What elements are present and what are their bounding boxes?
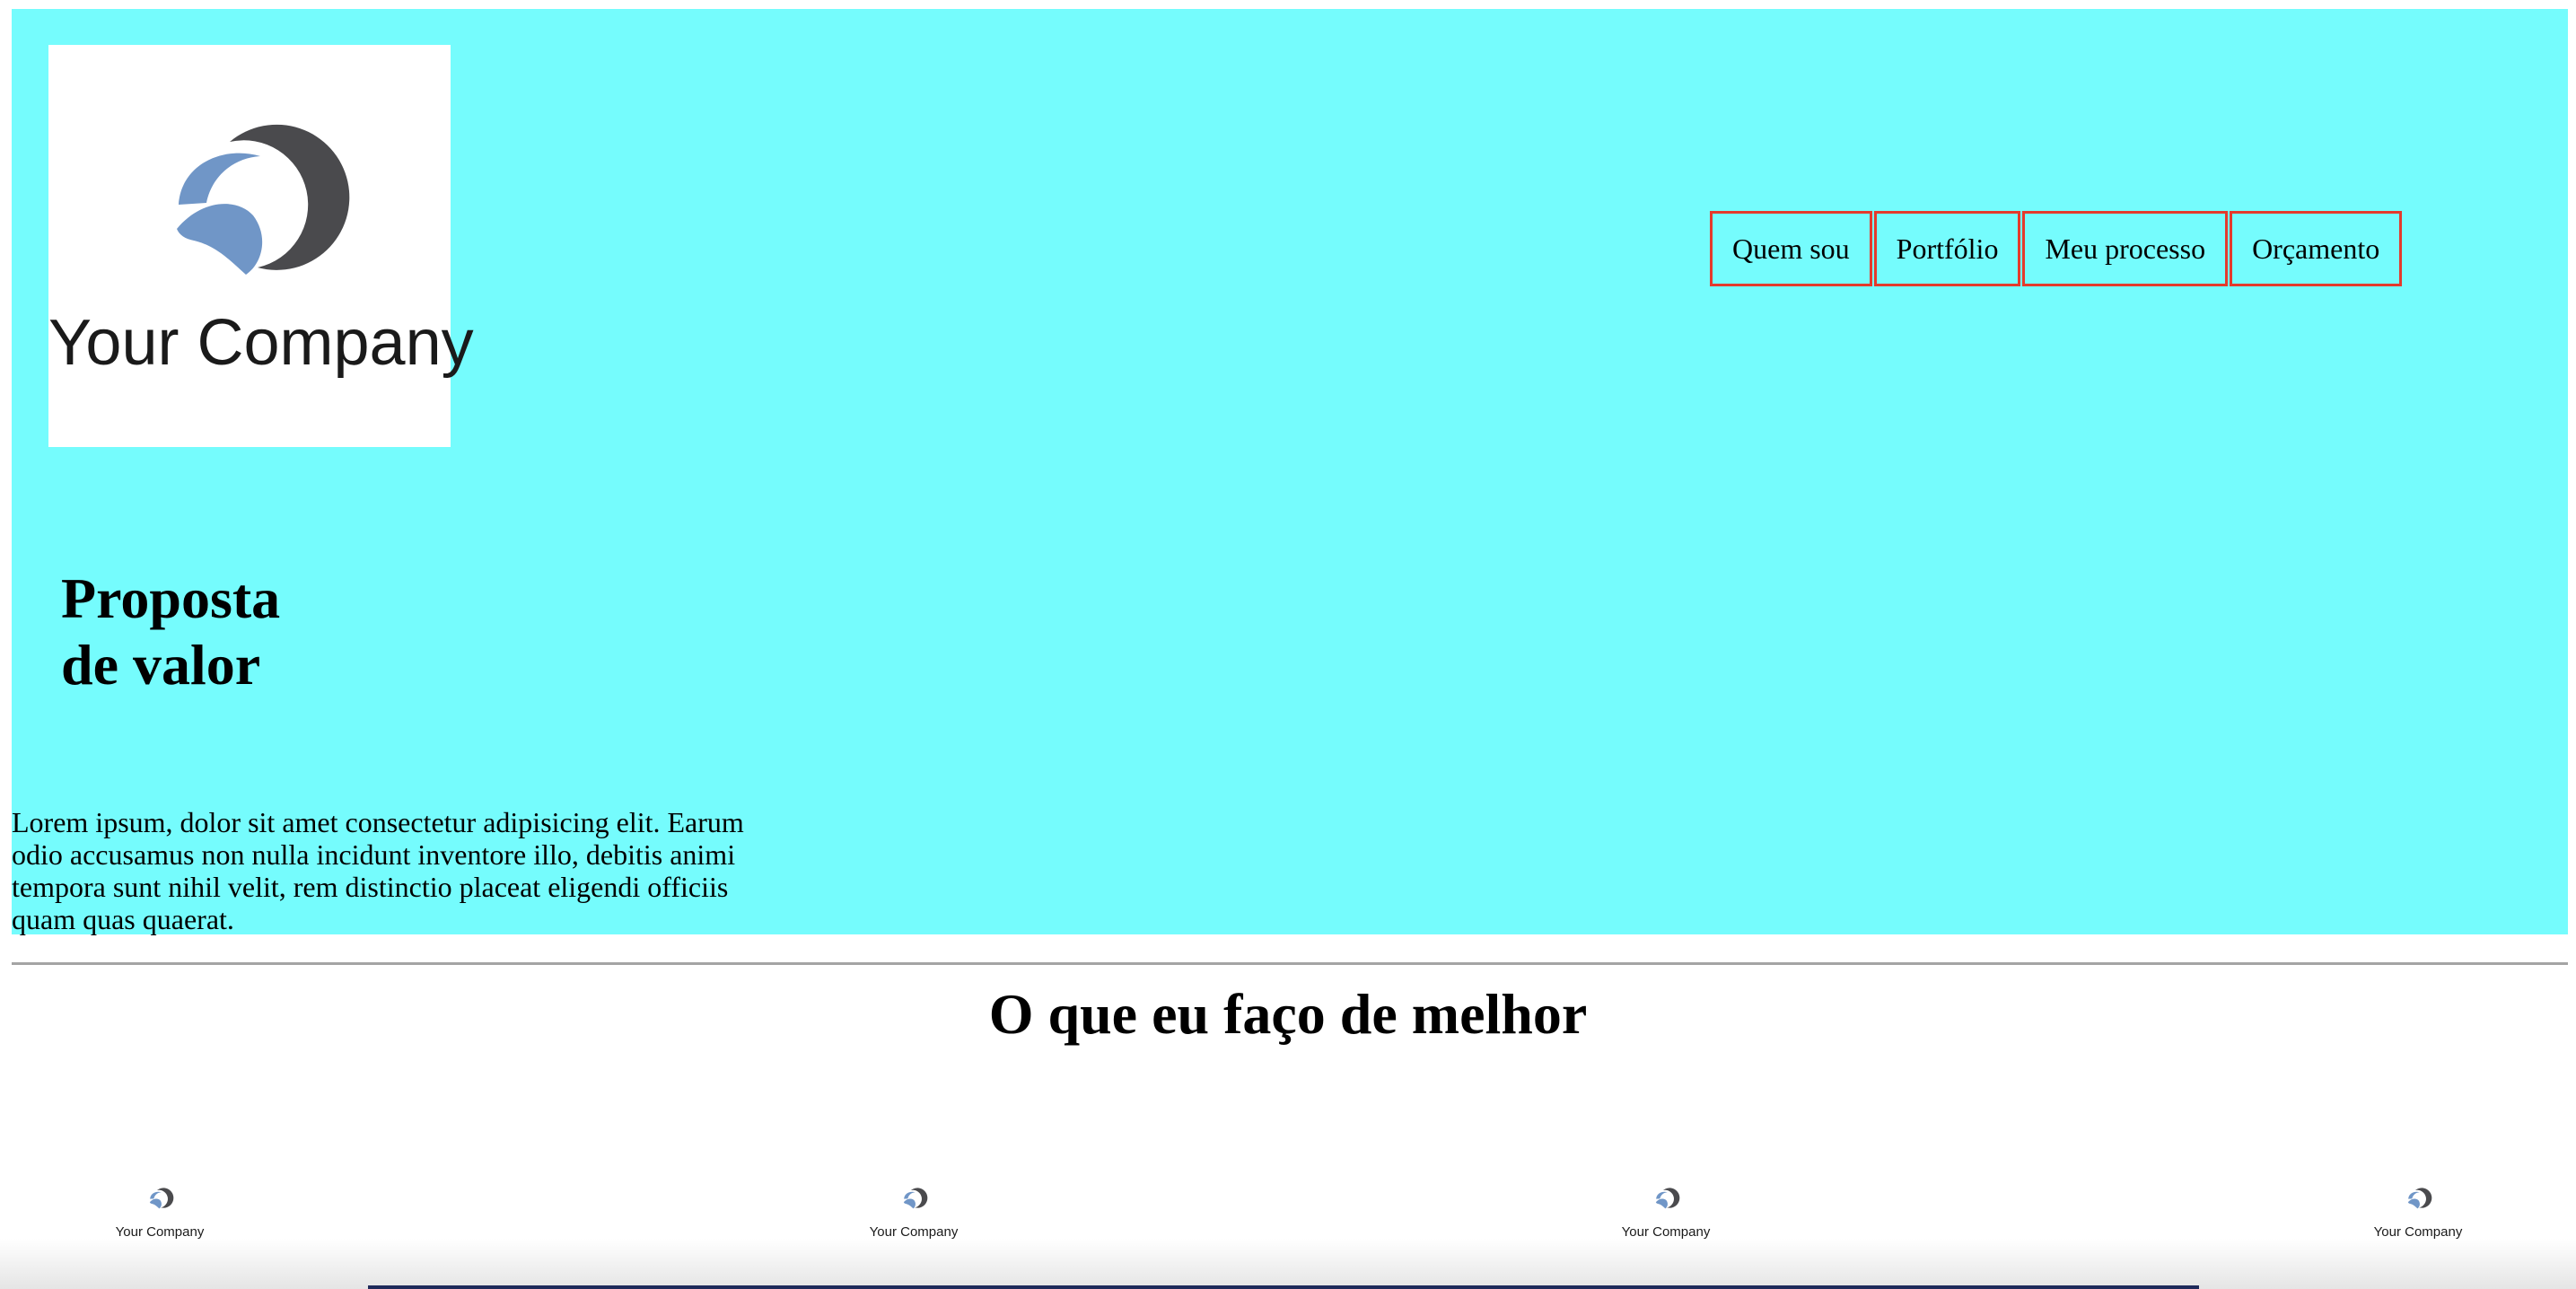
company-logo-icon [149, 1188, 174, 1209]
hero-section: Your Company Quem sou Portfólio Meu proc… [12, 9, 2568, 935]
page: Your Company Quem sou Portfólio Meu proc… [0, 0, 2576, 1289]
logo-text: Your Company [48, 307, 474, 379]
company-logo-icon [903, 1188, 928, 1209]
main-nav: Quem sou Portfólio Meu processo Orçament… [1710, 211, 2404, 286]
hero-paragraph: Lorem ipsum, dolor sit amet consectetur … [12, 806, 744, 935]
bottom-edge [368, 1285, 2199, 1289]
section-divider [12, 962, 2568, 965]
company-logo-icon [1655, 1188, 1680, 1209]
company-logo[interactable]: Your Company [48, 45, 474, 447]
company-logo-icon [177, 124, 350, 275]
hero-title-line2: de valor [61, 633, 261, 697]
nav-item-orcamento[interactable]: Orçamento [2230, 211, 2403, 286]
hero-title: Proposta de valor [61, 566, 348, 698]
nav-item-quem-sou[interactable]: Quem sou [1710, 211, 1872, 286]
company-logo-icon [2407, 1188, 2432, 1209]
services-title: O que eu faço de melhor [988, 982, 1588, 1046]
bottom-shadow [0, 1239, 2576, 1289]
hero-title-line1: Proposta [61, 566, 281, 630]
nav-item-portfolio[interactable]: Portfólio [1873, 211, 2021, 286]
nav-item-meu-processo[interactable]: Meu processo [2022, 211, 2229, 286]
